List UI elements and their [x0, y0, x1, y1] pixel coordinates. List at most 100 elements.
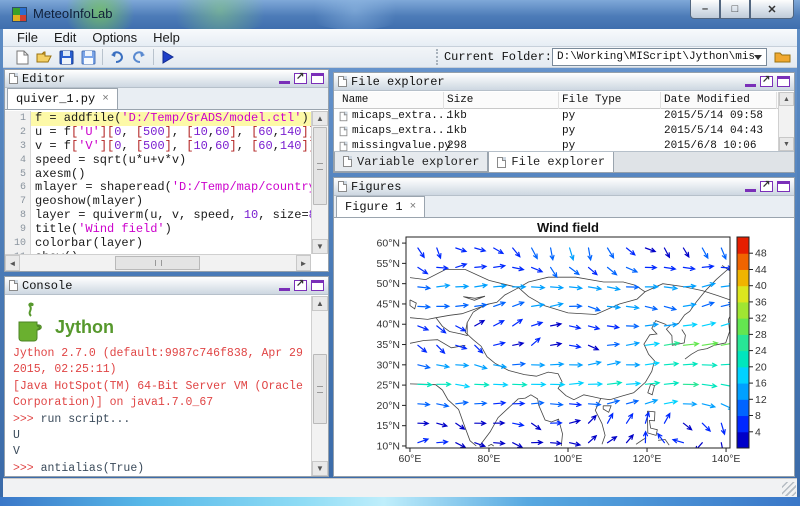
editor-vscrollbar[interactable]: ▲ ▼ — [311, 111, 328, 254]
wind-field-figure[interactable]: Wind field10°N15°N20°N25°N30°N35°N40°N45… — [334, 219, 794, 476]
scroll-down-icon[interactable]: ▼ — [312, 461, 328, 476]
scroll-up-icon[interactable]: ▲ — [312, 111, 328, 126]
new-file-icon[interactable] — [11, 48, 33, 66]
tab-close-icon[interactable]: × — [410, 201, 417, 213]
file-explorer-header[interactable]: File explorer — [334, 73, 794, 91]
run-icon[interactable] — [157, 48, 179, 66]
line-number: 4 — [5, 154, 26, 168]
colorbar-segment — [737, 302, 749, 319]
title-bar[interactable]: MeteoInfoLab – □ ✕ — [0, 0, 800, 29]
code-line[interactable]: speed = sqrt(u*u+v*v) — [31, 154, 311, 168]
panel-float-icon[interactable] — [760, 181, 773, 192]
code-line[interactable]: f = addfile('D:/Temp/GrADS/model.ctl') — [31, 112, 311, 126]
panel-minimize-icon[interactable] — [745, 78, 756, 87]
editor-tab-quiver1[interactable]: quiver_1.py × — [7, 88, 118, 109]
panel-maximize-icon[interactable] — [777, 76, 790, 87]
line-number: 6 — [5, 181, 26, 195]
redo-icon[interactable] — [128, 48, 150, 66]
console-output[interactable]: Jython Jython 2.7.0 (default:9987c746f83… — [5, 296, 311, 476]
scroll-thumb[interactable] — [115, 256, 200, 270]
tab-close-icon[interactable]: × — [102, 93, 109, 105]
file-table[interactable]: NameSizeFile TypeDate Modified micaps_ex… — [334, 92, 778, 151]
scroll-down-icon[interactable]: ▼ — [312, 239, 328, 254]
colorbar-tick-label: 16 — [755, 378, 767, 390]
editor-panel-header[interactable]: Editor — [5, 70, 328, 88]
scroll-thumb[interactable] — [313, 127, 327, 205]
menu-options[interactable]: Options — [84, 30, 145, 45]
figures-panel: Figures Figure 1 × Wind field10°N15°N20°… — [333, 177, 795, 477]
panel-minimize-icon[interactable] — [279, 75, 290, 84]
close-button[interactable]: ✕ — [750, 0, 794, 19]
panel-float-icon[interactable] — [294, 73, 307, 84]
browse-folder-icon[interactable] — [771, 48, 793, 66]
colorbar-tick-label: 36 — [755, 296, 767, 308]
map-outlines — [410, 265, 740, 446]
code-line[interactable]: mlayer = shaperead('D:/Temp/map/country1… — [31, 181, 311, 195]
panel-minimize-icon[interactable] — [279, 282, 290, 291]
scroll-down-icon[interactable]: ▼ — [779, 137, 794, 151]
scroll-up-icon[interactable]: ▲ — [312, 296, 328, 311]
code-line[interactable]: layer = quiverm(u, v, speed, 10, size=8) — [31, 209, 311, 223]
console-line: 2015, 02:25:11) — [13, 362, 311, 378]
menu-help[interactable]: Help — [145, 30, 188, 45]
code-line[interactable]: geoshow(mlayer) — [31, 195, 311, 209]
code-line[interactable]: u = f['U'][0, [500], [10,60], [60,140]] — [31, 126, 311, 140]
save-icon[interactable] — [55, 48, 77, 66]
current-folder-label: Current Folder: — [444, 50, 552, 64]
panel-float-icon[interactable] — [294, 280, 307, 291]
figures-panel-header[interactable]: Figures — [334, 178, 794, 196]
colorbar-segment — [737, 432, 749, 449]
column-header[interactable]: Date Modified — [661, 92, 777, 109]
chevron-down-icon[interactable] — [754, 55, 762, 64]
scroll-left-icon[interactable]: ◄ — [5, 255, 20, 271]
current-folder-combobox[interactable]: D:\Working\MIScript\Jython\mis — [552, 48, 767, 66]
editor-hscrollbar[interactable]: ◄ ► — [5, 254, 311, 271]
console-panel-header[interactable]: Console — [5, 277, 328, 295]
code-line[interactable]: colorbar(layer) — [31, 237, 311, 251]
column-header[interactable]: Size — [444, 92, 559, 109]
console-line: V — [13, 444, 311, 460]
column-header[interactable]: Name — [339, 92, 444, 109]
table-header-row[interactable]: NameSizeFile TypeDate Modified — [334, 92, 778, 109]
colorbar-segment — [737, 269, 749, 286]
scroll-thumb[interactable] — [313, 354, 327, 424]
code-line[interactable]: v = f['V'][0, [500], [10,60], [60,140]] — [31, 140, 311, 154]
app-icon — [12, 7, 27, 22]
table-row[interactable]: micaps_extra... 1kb py 2015/5/14 09:58 — [334, 109, 778, 124]
menu-bar: FileEditOptionsHelp — [3, 29, 797, 47]
undo-icon[interactable] — [106, 48, 128, 66]
column-header[interactable]: File Type — [559, 92, 661, 109]
menu-file[interactable]: File — [9, 30, 46, 45]
menu-edit[interactable]: Edit — [46, 30, 84, 45]
panel-minimize-icon[interactable] — [745, 183, 756, 192]
panel-maximize-icon[interactable] — [311, 73, 324, 84]
table-row[interactable]: micaps_extra... 1kb py 2015/5/14 04:43 — [334, 124, 778, 139]
minimize-button[interactable]: – — [690, 0, 720, 19]
x-tick-label: 80°E — [478, 453, 501, 465]
panel-maximize-icon[interactable] — [311, 280, 324, 291]
figures-tabbar: Figure 1 × — [334, 196, 794, 218]
tab-variable-explorer[interactable]: Variable explorer — [334, 152, 488, 172]
wind-field-chart: Wind field10°N15°N20°N25°N30°N35°N40°N45… — [334, 219, 794, 476]
colorbar-segment — [737, 253, 749, 270]
save-as-icon[interactable] — [77, 48, 99, 66]
code-editor[interactable]: f = addfile('D:/Temp/GrADS/model.ctl')u … — [31, 111, 311, 254]
console-vscrollbar[interactable]: ▲ ▼ — [311, 296, 328, 476]
colorbar-segment — [737, 416, 749, 433]
panel-float-icon[interactable] — [760, 76, 773, 87]
window-bottom-border — [0, 497, 800, 506]
code-line[interactable]: title('Wind field') — [31, 223, 311, 237]
file-table-vscrollbar[interactable]: ▲ ▼ — [778, 92, 794, 151]
document-icon — [338, 76, 347, 87]
figure-tab-1[interactable]: Figure 1 × — [336, 196, 425, 217]
maximize-button[interactable]: □ — [720, 0, 750, 19]
editor-panel-title: Editor — [22, 72, 275, 86]
tab-file-explorer[interactable]: File explorer — [488, 152, 614, 173]
panel-maximize-icon[interactable] — [777, 181, 790, 192]
resize-grip-icon[interactable] — [782, 482, 796, 496]
table-row[interactable]: missingvalue.py 298 py 2015/6/8 10:06 — [334, 139, 778, 151]
open-folder-icon[interactable] — [33, 48, 55, 66]
scroll-right-icon[interactable]: ► — [296, 255, 311, 271]
scroll-up-icon[interactable]: ▲ — [779, 92, 794, 106]
code-line[interactable]: axesm() — [31, 168, 311, 182]
